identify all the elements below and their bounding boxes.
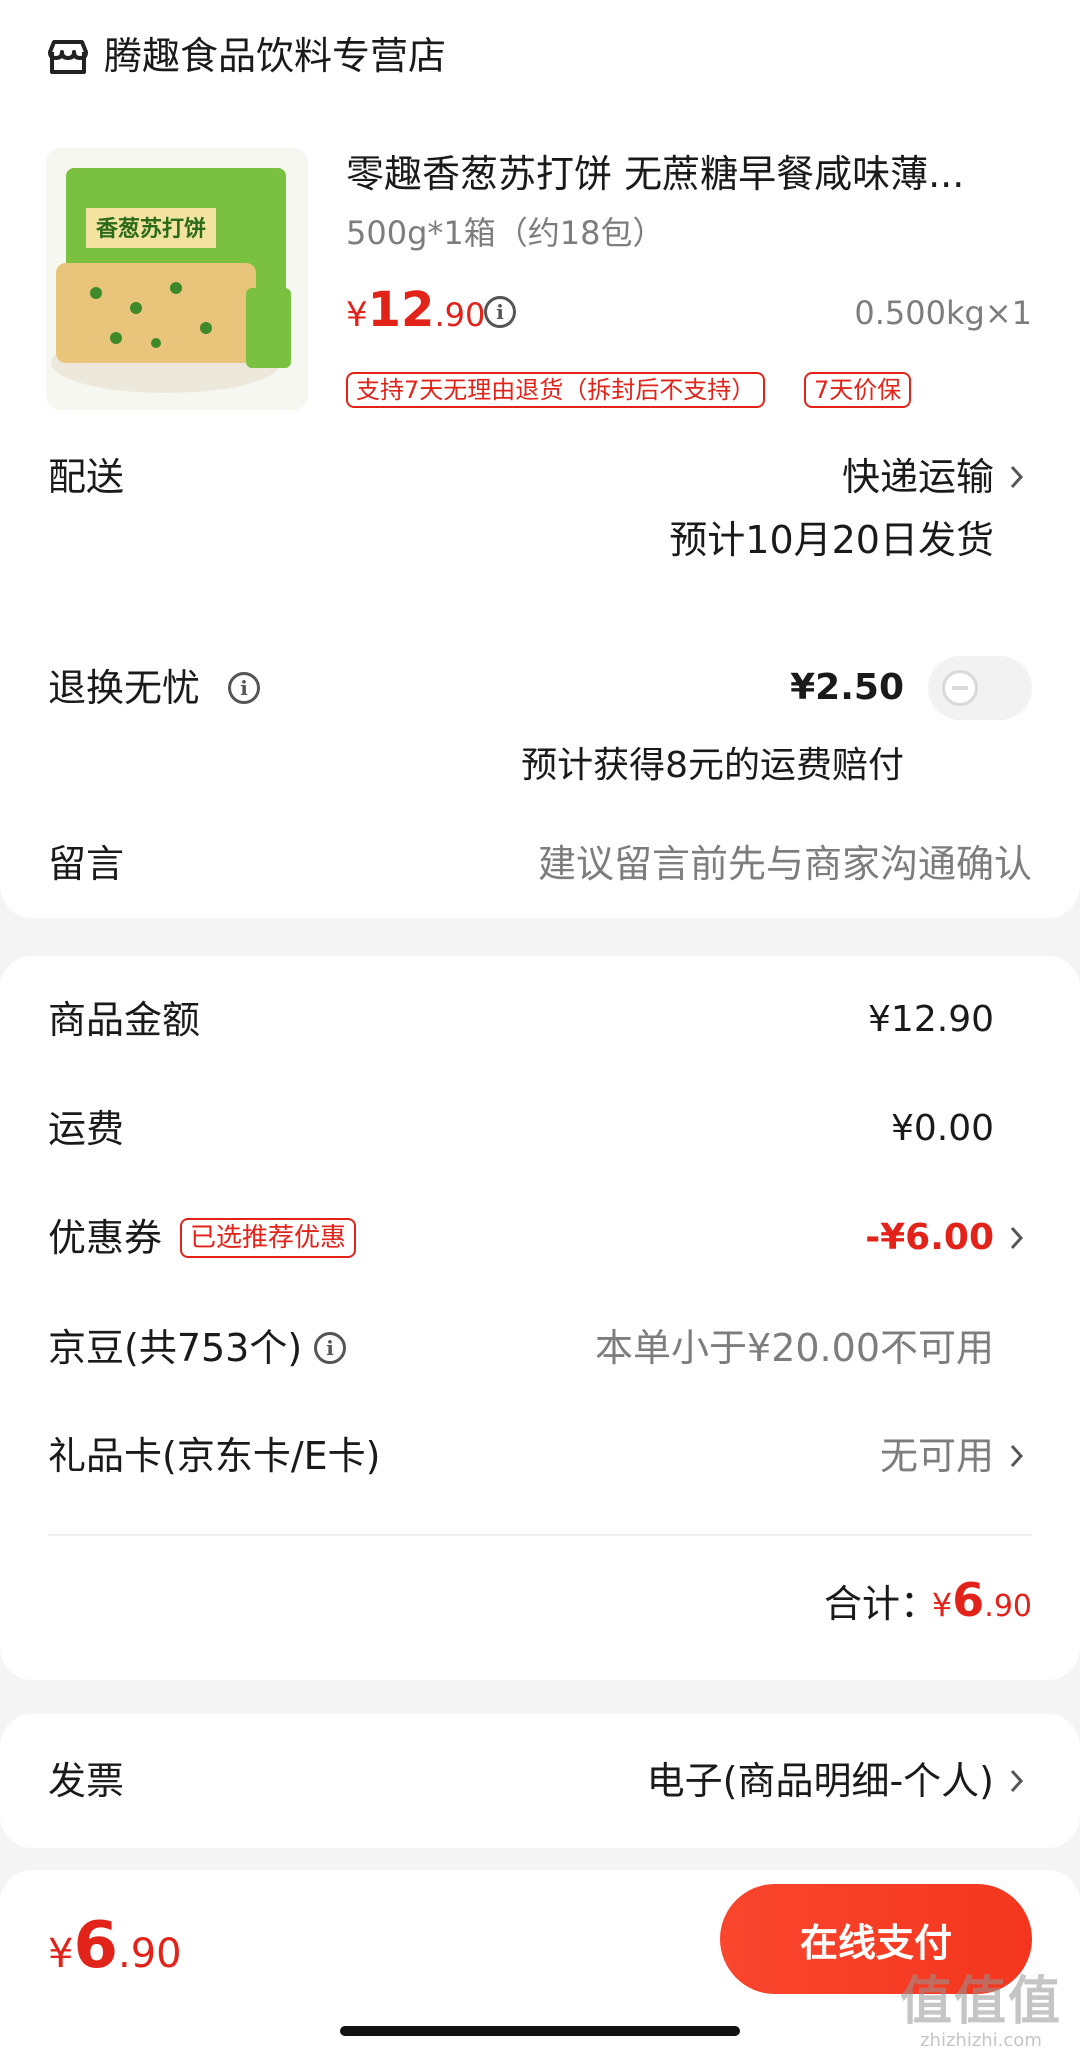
store-name[interactable]: 腾趣食品饮料专营店 [104, 30, 446, 82]
coupon-value[interactable]: -¥6.00 [865, 1212, 994, 1264]
price-integer: 12 [367, 282, 435, 338]
jd-beans-info-icon[interactable]: i [314, 1332, 346, 1364]
product-image[interactable]: 香葱苏打饼 [46, 148, 308, 410]
home-indicator[interactable] [340, 2026, 740, 2036]
checkout-integer: 6 [73, 1909, 118, 1983]
return-policy-tag: 支持7天无理由退货（拆封后不支持） [346, 372, 766, 408]
summary-divider [48, 1534, 1032, 1536]
chevron-right-icon[interactable] [1002, 1212, 1032, 1264]
price-currency: ¥ [346, 295, 368, 335]
total-integer: 6 [952, 1573, 985, 1627]
delivery-method[interactable]: 快递运输 [842, 451, 994, 503]
watermark-url: zhizhizhi.com [920, 2030, 1042, 2051]
price-decimal: .90 [434, 296, 486, 334]
shipping-label: 运费 [48, 1107, 125, 1151]
chevron-right-icon[interactable] [1002, 1755, 1032, 1807]
product-quantity: 0.500kg×1 [854, 294, 1032, 332]
goods-amount-value: ¥12.90 [868, 999, 994, 1040]
return-insurance-price: ¥2.50 [790, 667, 904, 708]
product-title[interactable]: 零趣香葱苏打饼 无蔗糖早餐咸味薄... [346, 148, 964, 200]
price-info-icon[interactable]: i [484, 296, 516, 328]
invoice-label: 发票 [48, 1759, 125, 1803]
watermark-logo: 值值值 [899, 1972, 1062, 2032]
price-summary-card [0, 956, 1080, 1680]
total-price: ¥6.90 [932, 1568, 1032, 1643]
gift-card-value[interactable]: 无可用 [880, 1430, 994, 1482]
price-protect-tag: 7天价保 [804, 372, 912, 408]
toggle-knob [942, 670, 978, 706]
product-image-label: 香葱苏打饼 [96, 216, 206, 242]
invoice-value[interactable]: 电子(商品明细-个人) [647, 1755, 994, 1807]
jd-beans-value: 本单小于¥20.00不可用 [595, 1326, 994, 1370]
total-decimal: .90 [984, 1589, 1032, 1624]
return-insurance-label: 退换无忧 [48, 666, 201, 710]
order-item-card: 腾趣食品饮料专营店 香葱苏打饼 零趣香葱苏打饼 无蔗糖早餐咸味薄... 500g… [0, 0, 1080, 918]
message-input[interactable]: 建议留言前先与商家沟通确认 [538, 838, 1032, 890]
coupon-label: 优惠券 [48, 1216, 163, 1260]
return-insurance-info-icon[interactable]: i [228, 672, 260, 704]
gift-card-label: 礼品卡(京东卡/E卡) [48, 1434, 381, 1478]
coupon-recommend-tag: 已选推荐优惠 [180, 1218, 357, 1258]
checkout-price: ¥6.90 [48, 1906, 182, 2002]
delivery-label: 配送 [48, 455, 125, 499]
jd-beans-label: 京豆(共753个) [48, 1326, 303, 1370]
goods-amount-label: 商品金额 [48, 998, 201, 1042]
shipping-value: ¥0.00 [890, 1108, 994, 1149]
shop-icon [48, 38, 88, 76]
checkout-currency: ¥ [48, 1931, 74, 1977]
chevron-right-icon[interactable] [1002, 451, 1032, 503]
total-currency: ¥ [931, 1586, 953, 1624]
chevron-right-icon[interactable] [1002, 1430, 1032, 1482]
message-label: 留言 [48, 842, 125, 886]
checkout-decimal: .90 [117, 1931, 182, 1977]
delivery-estimate: 预计10月20日发货 [669, 518, 994, 562]
total-label: 合计： [823, 1582, 938, 1626]
product-price: ¥12.90 [346, 280, 485, 351]
return-insurance-note: 预计获得8元的运费赔付 [521, 745, 904, 786]
watermark: 值值值 zhizhizhi.com [900, 1974, 1062, 2052]
return-insurance-toggle[interactable] [928, 656, 1032, 720]
product-spec: 500g*1箱（约18包） [346, 214, 665, 252]
